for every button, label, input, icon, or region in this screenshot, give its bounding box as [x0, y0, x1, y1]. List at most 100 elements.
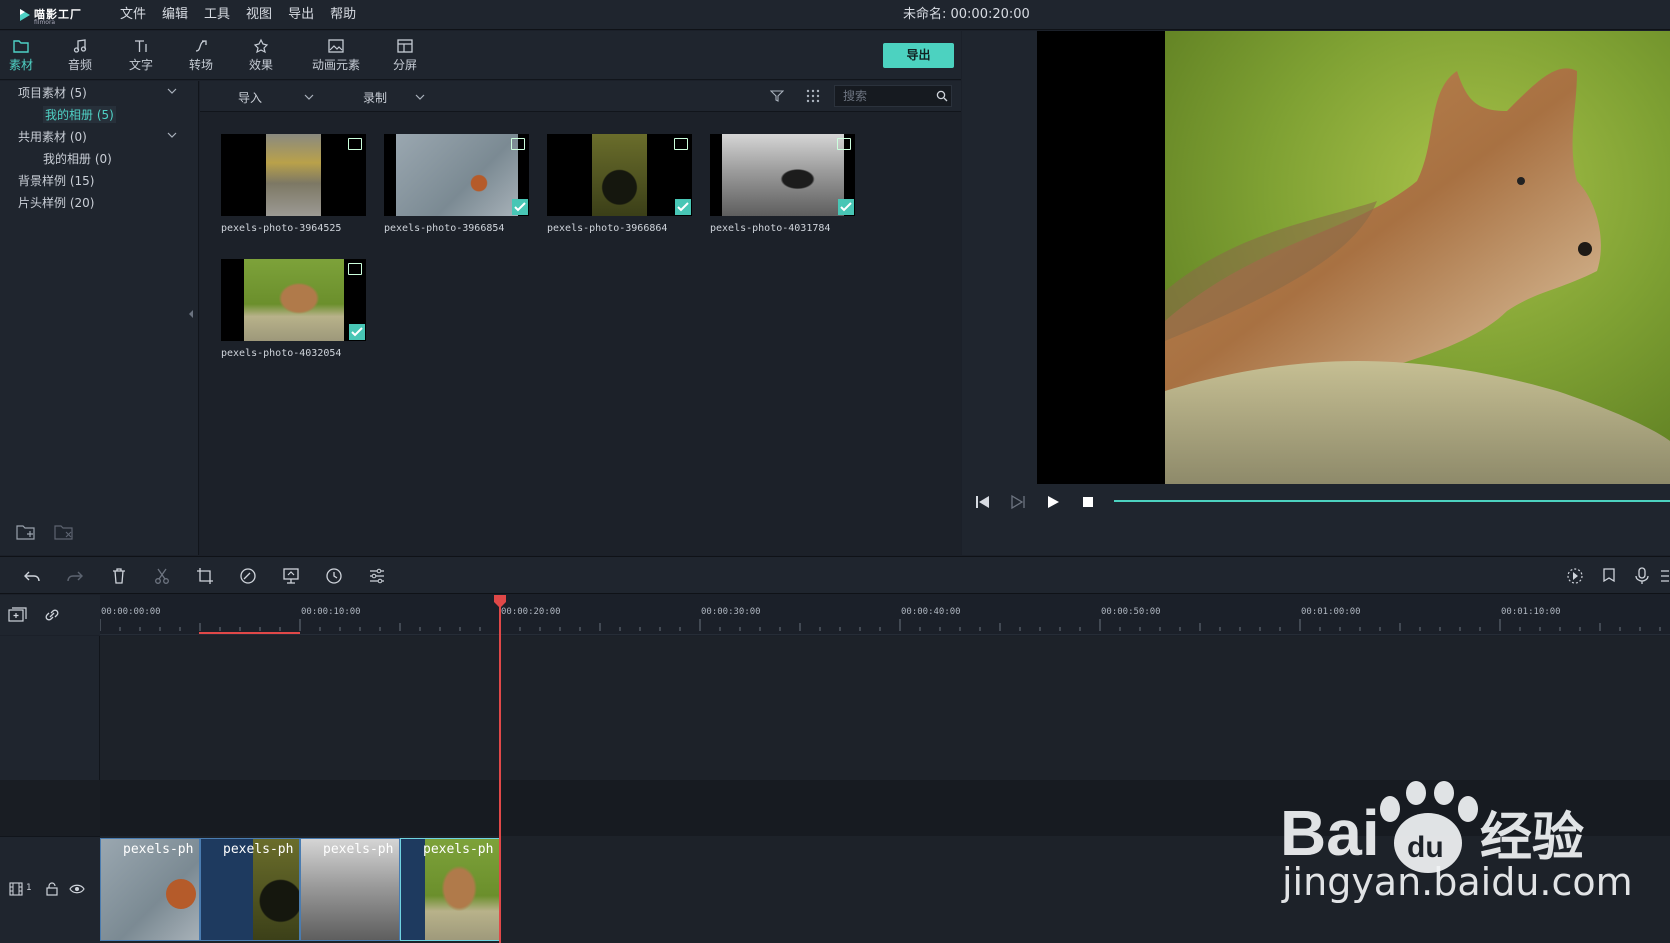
timeline-clip[interactable]: pexels-ph — [300, 838, 400, 941]
preview-image — [1037, 31, 1670, 484]
time-ruler[interactable]: 00:00:00:00 00:00:10:00 00:00:20:00 00:0… — [0, 595, 1670, 635]
render-preview-icon[interactable] — [1566, 567, 1584, 585]
link-icon[interactable] — [43, 607, 61, 623]
filter-icon[interactable] — [770, 89, 784, 103]
library-item-my-album[interactable]: 我的相册 (5) — [43, 106, 116, 123]
redo-icon[interactable] — [66, 567, 84, 585]
play-icon[interactable] — [1044, 494, 1062, 510]
thumbnail-image — [592, 134, 647, 216]
folder-icon — [13, 40, 29, 53]
app-sub: filmora — [34, 19, 56, 26]
clip-label: pexels-ph — [223, 842, 294, 857]
image-icon — [328, 39, 344, 53]
video-track-icon — [9, 882, 23, 896]
adjust-icon[interactable] — [368, 567, 386, 585]
svg-text:Bai: Bai — [1280, 797, 1380, 869]
library-item-intros[interactable]: 片头样例 (20) — [18, 194, 94, 211]
ruler-label: 00:00:20:00 — [501, 607, 561, 617]
tab-split-screen[interactable]: 分屏 — [379, 35, 431, 77]
project-title: 未命名: 00:00:20:00 — [903, 7, 1030, 22]
ruler-label: 00:01:00:00 — [1301, 607, 1361, 617]
tab-transition-label: 转场 — [188, 58, 213, 72]
menu-export[interactable]: 导出 — [280, 0, 322, 30]
eye-icon[interactable] — [69, 883, 85, 895]
tab-elements[interactable]: 动画元素 — [306, 35, 366, 77]
image-type-icon — [511, 138, 525, 150]
delete-folder-icon[interactable] — [54, 523, 74, 541]
thumbnail-image — [396, 134, 518, 216]
preview-viewer — [1037, 31, 1670, 484]
color-icon[interactable] — [239, 567, 257, 585]
chevron-down-icon[interactable] — [415, 92, 425, 102]
collapse-arrow-icon[interactable] — [188, 309, 194, 319]
ruler-label: 00:00:30:00 — [701, 607, 761, 617]
tab-elements-label: 动画元素 — [311, 58, 360, 72]
import-dropdown[interactable]: 导入 — [238, 89, 262, 106]
chevron-down-icon[interactable] — [167, 86, 177, 96]
search-icon[interactable] — [936, 90, 948, 102]
media-name: pexels-photo-3964525 — [221, 223, 342, 234]
clip-label: pexels-ph — [323, 842, 394, 857]
tab-audio[interactable]: 音频 — [54, 35, 106, 77]
undo-icon[interactable] — [23, 567, 41, 585]
library-item-project-media[interactable]: 项目素材 (5) — [18, 84, 87, 101]
stabilize-icon[interactable] — [282, 567, 300, 585]
menu-tools[interactable]: 工具 — [196, 0, 238, 30]
library-item-shared-media[interactable]: 共用素材 (0) — [18, 128, 87, 145]
tab-split-screen-label: 分屏 — [392, 58, 417, 72]
speed-icon[interactable] — [325, 567, 343, 585]
playhead-line[interactable] — [499, 595, 501, 943]
ruler-label: 00:00:10:00 — [301, 607, 361, 617]
cut-icon[interactable] — [153, 567, 171, 585]
logo-icon — [20, 9, 30, 21]
next-frame-icon[interactable] — [1009, 494, 1027, 510]
record-dropdown[interactable]: 录制 — [363, 89, 387, 106]
timeline-clip[interactable]: pexels-ph — [100, 838, 200, 941]
new-folder-icon[interactable] — [16, 523, 36, 541]
library-item-backgrounds[interactable]: 背景样例 (15) — [18, 172, 94, 189]
timeline-clip[interactable]: pexels-ph — [200, 838, 300, 941]
clip-thumbnail-detail — [166, 879, 196, 909]
watermark-url: jingyan.baidu.com — [1282, 860, 1633, 904]
export-button[interactable]: 导出 — [883, 43, 954, 68]
main-menu: 文件 编辑 工具 视图 导出 帮助 — [112, 0, 364, 30]
more-icon[interactable] — [1660, 567, 1670, 585]
playhead-handle[interactable] — [493, 594, 507, 608]
search-input[interactable]: 搜索 — [834, 85, 952, 107]
library-item-shared-album[interactable]: 我的相册 (0) — [43, 150, 112, 167]
lock-icon[interactable] — [46, 882, 58, 896]
image-type-icon — [837, 138, 851, 150]
tab-transition[interactable]: 转场 — [175, 35, 227, 77]
checkmark-icon — [838, 199, 854, 215]
media-name: pexels-photo-4031784 — [710, 223, 831, 234]
ruler-label: 00:01:10:00 — [1501, 607, 1561, 617]
tab-effects[interactable]: 效果 — [235, 35, 287, 77]
track-header-video-1: 1 — [0, 836, 100, 943]
previous-frame-icon[interactable] — [974, 494, 992, 510]
grid-view-icon[interactable] — [806, 89, 820, 103]
preview-progress-bar[interactable] — [1114, 500, 1670, 502]
library-panel: 项目素材 (5) 我的相册 (5) 共用素材 (0) 我的相册 (0) 背景样例… — [0, 81, 199, 555]
microphone-icon[interactable] — [1633, 567, 1651, 585]
tab-text[interactable]: 文字 — [115, 35, 167, 77]
effects-icon — [253, 38, 269, 54]
menu-file[interactable]: 文件 — [112, 0, 154, 30]
thumbnail-image — [244, 259, 344, 341]
timeline-clip[interactable]: pexels-ph — [400, 838, 500, 941]
timeline-toolbar — [0, 556, 1670, 594]
crop-icon[interactable] — [196, 567, 214, 585]
delete-icon[interactable] — [110, 567, 128, 585]
menu-view[interactable]: 视图 — [238, 0, 280, 30]
media-thumbnail — [221, 134, 366, 216]
tab-media[interactable]: 素材 — [0, 35, 47, 77]
clip-label: pexels-ph — [123, 842, 194, 857]
menu-edit[interactable]: 编辑 — [154, 0, 196, 30]
add-track-icon[interactable] — [8, 607, 28, 623]
marker-icon[interactable] — [1600, 567, 1618, 585]
menu-help[interactable]: 帮助 — [322, 0, 364, 30]
stop-icon[interactable] — [1079, 494, 1097, 510]
chevron-down-icon[interactable] — [304, 92, 314, 102]
media-grid: pexels-photo-3964525 pexels-photo-396685… — [200, 112, 961, 555]
text-icon — [135, 40, 147, 52]
chevron-down-icon[interactable] — [167, 130, 177, 140]
